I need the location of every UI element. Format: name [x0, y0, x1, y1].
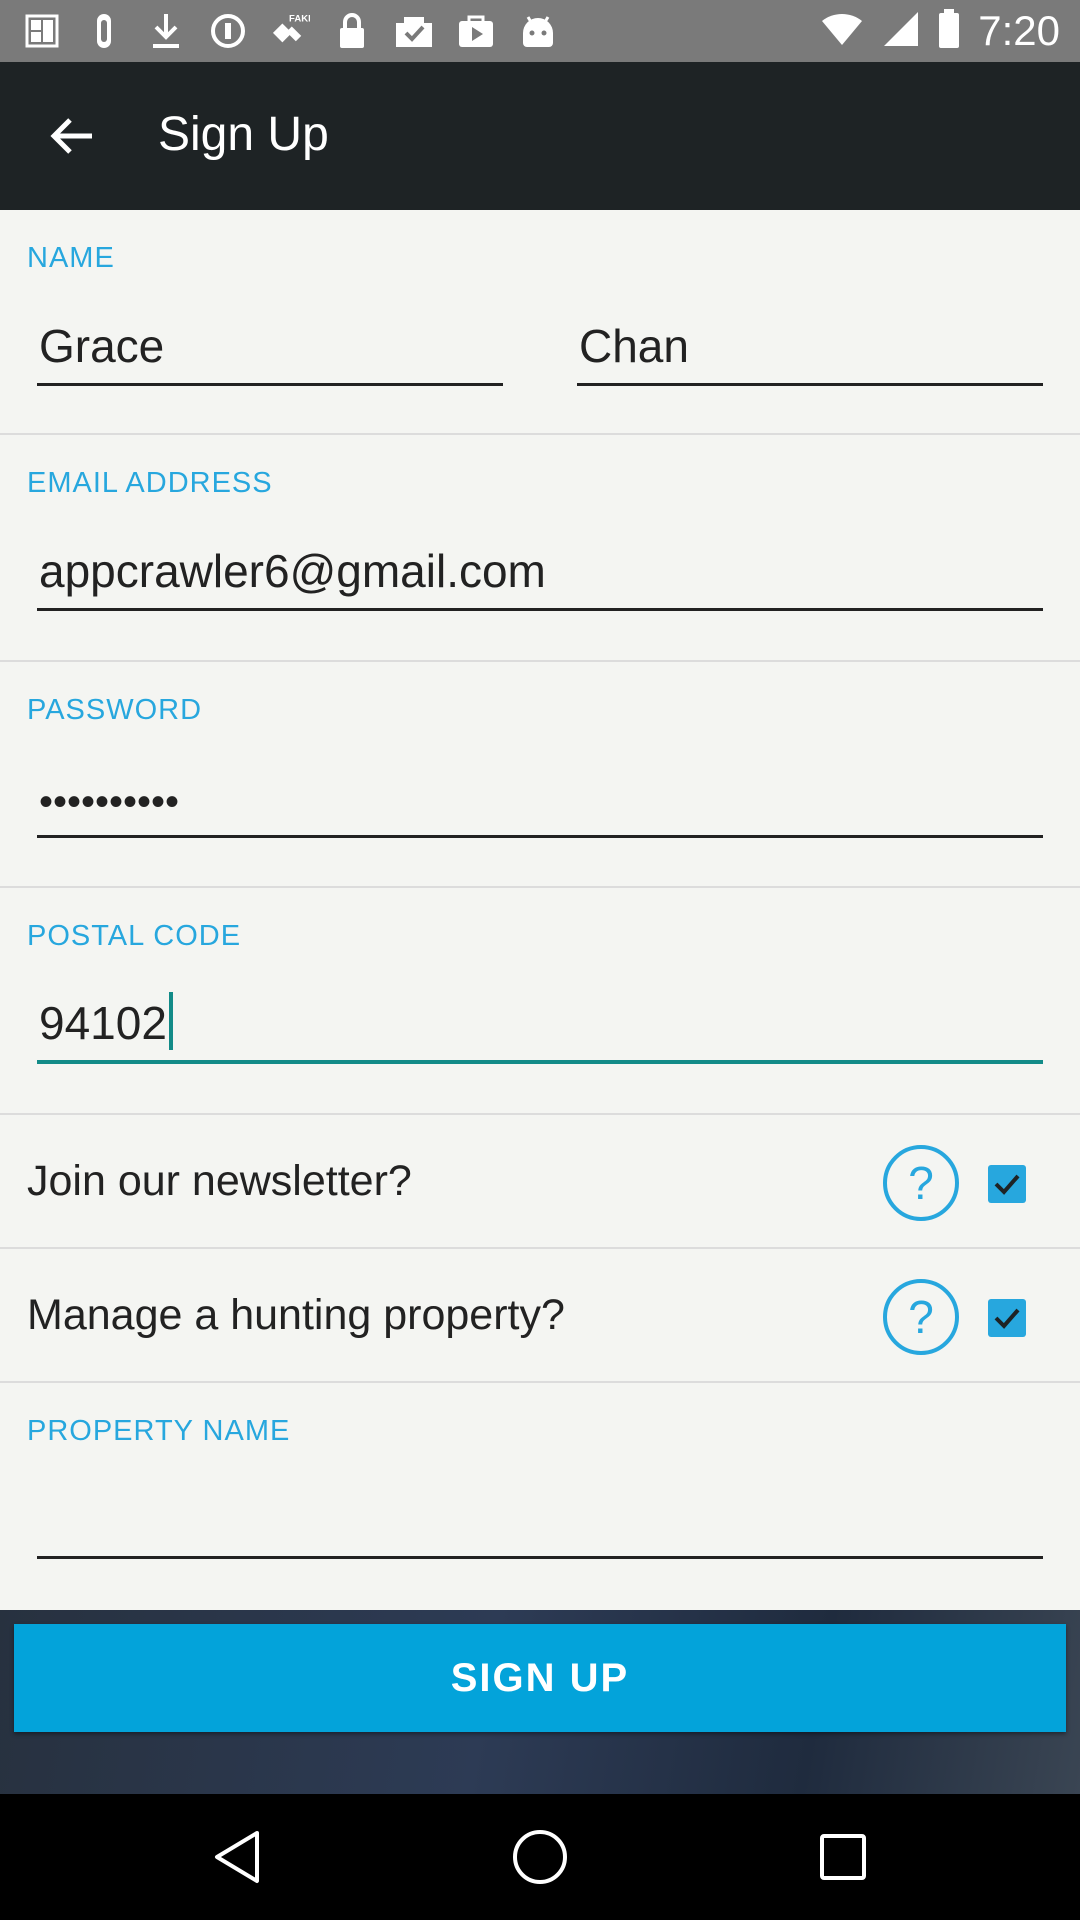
help-icon: ?: [908, 1291, 934, 1343]
notification-icon: [22, 11, 62, 51]
postal-code-field[interactable]: 94102: [37, 988, 1043, 1064]
property-section: PROPERTY NAME: [0, 1383, 1080, 1610]
satellite-fake-icon: FAKE: [270, 11, 310, 51]
sign-up-button[interactable]: SIGN UP: [14, 1624, 1066, 1732]
newsletter-checkbox[interactable]: [988, 1165, 1026, 1203]
checkmark-icon: [994, 1174, 1020, 1195]
property-name-label: PROPERTY NAME: [27, 1415, 291, 1447]
status-bar: FAKE 7:20: [0, 0, 1080, 62]
nav-back-button[interactable]: [202, 1822, 272, 1892]
signal-icon: [882, 10, 920, 53]
back-button[interactable]: [36, 106, 108, 166]
triangle-back-icon: [215, 1831, 259, 1883]
nav-recents-button[interactable]: [808, 1822, 878, 1892]
newsletter-row: Join our newsletter? ?: [0, 1115, 1080, 1249]
password-section: PASSWORD ••••••••••: [0, 662, 1080, 888]
tasks-icon: [394, 11, 434, 51]
password-label: PASSWORD: [27, 694, 203, 726]
postal-code-value: 94102: [39, 997, 167, 1049]
status-icons: FAKE: [22, 10, 558, 52]
checkmark-icon: [994, 1308, 1020, 1329]
password-field[interactable]: ••••••••••: [37, 762, 1043, 838]
data-saver-icon: [208, 11, 248, 51]
app-bar: Sign Up: [0, 62, 1080, 210]
signup-form: NAME Grace Chan EMAIL ADDRESS appcrawler…: [0, 210, 1080, 1610]
email-label: EMAIL ADDRESS: [27, 467, 273, 499]
download-icon: [146, 11, 186, 51]
hunting-help-button[interactable]: ?: [883, 1279, 959, 1355]
last-name-field[interactable]: Chan: [577, 310, 1043, 386]
email-field[interactable]: appcrawler6@gmail.com: [37, 535, 1043, 611]
wifi-icon: [820, 11, 864, 52]
text-cursor: [168, 992, 173, 1050]
last-name-value: Chan: [579, 320, 689, 372]
email-section: EMAIL ADDRESS appcrawler6@gmail.com: [0, 435, 1080, 662]
hunting-question: Manage a hunting property?: [27, 1291, 565, 1339]
page-title: Sign Up: [158, 108, 329, 161]
navigation-bar: [0, 1794, 1080, 1920]
clip-icon: [84, 11, 124, 51]
hunting-checkbox[interactable]: [988, 1299, 1026, 1337]
battery-icon: [938, 8, 960, 54]
lock-icon: [332, 11, 372, 51]
android-icon: [518, 11, 558, 51]
help-icon: ?: [908, 1157, 934, 1209]
bottom-background: SIGN UP: [0, 1610, 1080, 1794]
newsletter-help-button[interactable]: ?: [883, 1145, 959, 1221]
postal-section: POSTAL CODE 94102: [0, 888, 1080, 1115]
name-label: NAME: [27, 242, 115, 274]
hunting-row: Manage a hunting property? ?: [0, 1249, 1080, 1383]
property-name-field[interactable]: [37, 1483, 1043, 1559]
password-value: ••••••••••: [39, 780, 180, 824]
nav-home-button[interactable]: [505, 1822, 575, 1892]
email-value: appcrawler6@gmail.com: [39, 545, 546, 597]
play-store-icon: [456, 11, 496, 51]
status-time: 7:20: [978, 7, 1060, 54]
name-section: NAME Grace Chan: [0, 210, 1080, 435]
status-right: 7:20: [820, 6, 1060, 56]
first-name-value: Grace: [39, 320, 165, 372]
fake-badge: FAKE: [289, 13, 310, 24]
circle-home-icon: [513, 1830, 567, 1884]
arrow-back-icon: [50, 118, 92, 154]
postal-label: POSTAL CODE: [27, 920, 242, 952]
first-name-field[interactable]: Grace: [37, 310, 503, 386]
square-recents-icon: [820, 1834, 866, 1880]
newsletter-question: Join our newsletter?: [27, 1157, 412, 1205]
